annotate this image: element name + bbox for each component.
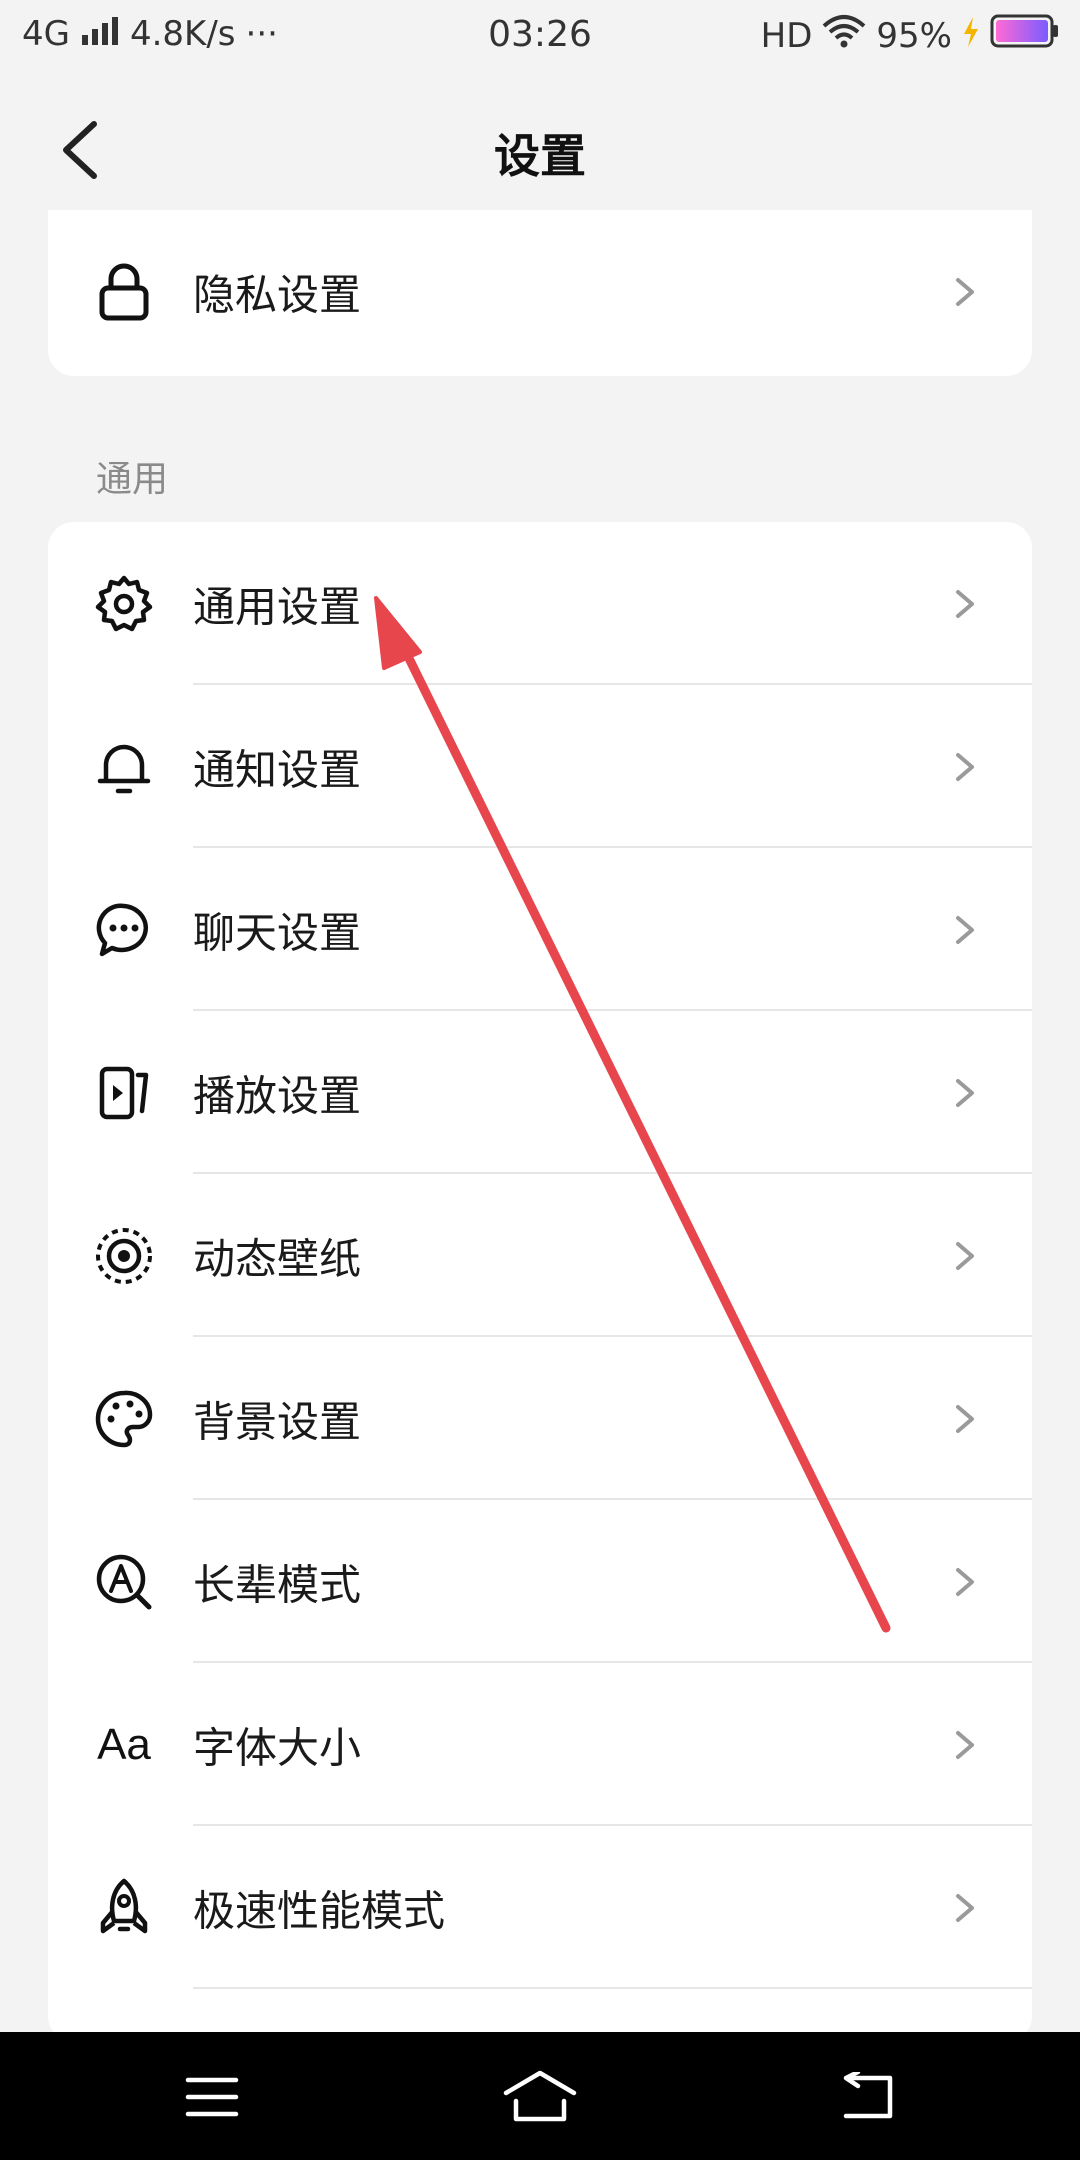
battery-icon [990, 14, 1060, 57]
palette-icon [92, 1387, 156, 1451]
chevron-right-icon [956, 1404, 974, 1433]
chevron-right-icon [956, 1078, 974, 1107]
section-label-general: 通用 [96, 459, 169, 500]
row-label: 通用设置 [193, 582, 362, 631]
settings-row-background[interactable]: 背景设置 [48, 1337, 1032, 1500]
settings-row-turbo-mode[interactable]: 极速性能模式 [48, 1826, 1032, 1989]
chevron-right-icon [956, 752, 974, 781]
status-right: HD 95% [761, 14, 1060, 57]
settings-row-privacy[interactable]: 隐私设置 [48, 210, 1032, 373]
play-icon [92, 1061, 156, 1125]
rocket-icon [92, 1876, 156, 1940]
lock-icon [92, 260, 156, 324]
menu-button[interactable] [172, 2062, 252, 2132]
dynamic-wallpaper-icon [92, 1224, 156, 1288]
row-label: 动态壁纸 [193, 1234, 362, 1283]
settings-row-chat[interactable]: 聊天设置 [48, 848, 1032, 1011]
system-nav-bar [0, 2032, 1080, 2160]
settings-row-elder-mode[interactable]: 长辈模式 [48, 1500, 1032, 1663]
gear-icon [92, 572, 156, 636]
top-nav-bar: 设置 [0, 80, 1080, 220]
font-size-icon: Aa [97, 1719, 151, 1769]
return-icon [843, 2072, 893, 2119]
row-label: 字体大小 [193, 1723, 362, 1772]
settings-row-general[interactable]: 通用设置 [48, 522, 1032, 685]
page-title: 设置 [494, 129, 586, 183]
settings-row-playback[interactable]: 播放设置 [48, 1011, 1032, 1174]
row-label: 隐私设置 [193, 270, 362, 319]
row-label: 播放设置 [193, 1071, 362, 1120]
charging-icon [962, 16, 980, 56]
privacy-card: 隐私设置 [48, 210, 1032, 376]
settings-row-font-size[interactable]: Aa 字体大小 [48, 1663, 1032, 1826]
back-nav-button[interactable] [828, 2062, 908, 2132]
chevron-right-icon [956, 589, 974, 618]
general-settings-card: 通用设置 通知设置 聊天设置 播放设置 动态壁纸 背景设置 长辈模式 Aa 字体… [48, 522, 1032, 2042]
hd-indicator: HD [760, 15, 813, 56]
bell-icon [92, 735, 156, 799]
battery-percent: 95% [876, 15, 952, 56]
settings-row-dynamic-wallpaper[interactable]: 动态壁纸 [48, 1174, 1032, 1337]
row-label: 聊天设置 [193, 908, 362, 957]
home-icon [503, 2070, 577, 2122]
row-label: 长辈模式 [193, 1560, 362, 1609]
wifi-icon [822, 14, 866, 57]
chevron-right-icon [956, 1730, 974, 1759]
status-bar: 4G 4.8K/s ··· 03:26 HD 95% [0, 0, 1080, 72]
chevron-right-icon [956, 1893, 974, 1922]
chevron-right-icon [956, 277, 974, 306]
chat-bubble-icon [92, 898, 156, 962]
row-divider [193, 1987, 1032, 1989]
row-label: 通知设置 [193, 745, 362, 794]
settings-row-notification[interactable]: 通知设置 [48, 685, 1032, 848]
home-button[interactable] [500, 2062, 580, 2132]
chevron-right-icon [956, 1241, 974, 1270]
chevron-right-icon [956, 1567, 974, 1596]
elder-mode-icon [92, 1550, 156, 1614]
row-label: 背景设置 [193, 1397, 362, 1446]
menu-icon [185, 2077, 239, 2117]
row-label: 极速性能模式 [193, 1886, 446, 1935]
chevron-right-icon [956, 915, 974, 944]
